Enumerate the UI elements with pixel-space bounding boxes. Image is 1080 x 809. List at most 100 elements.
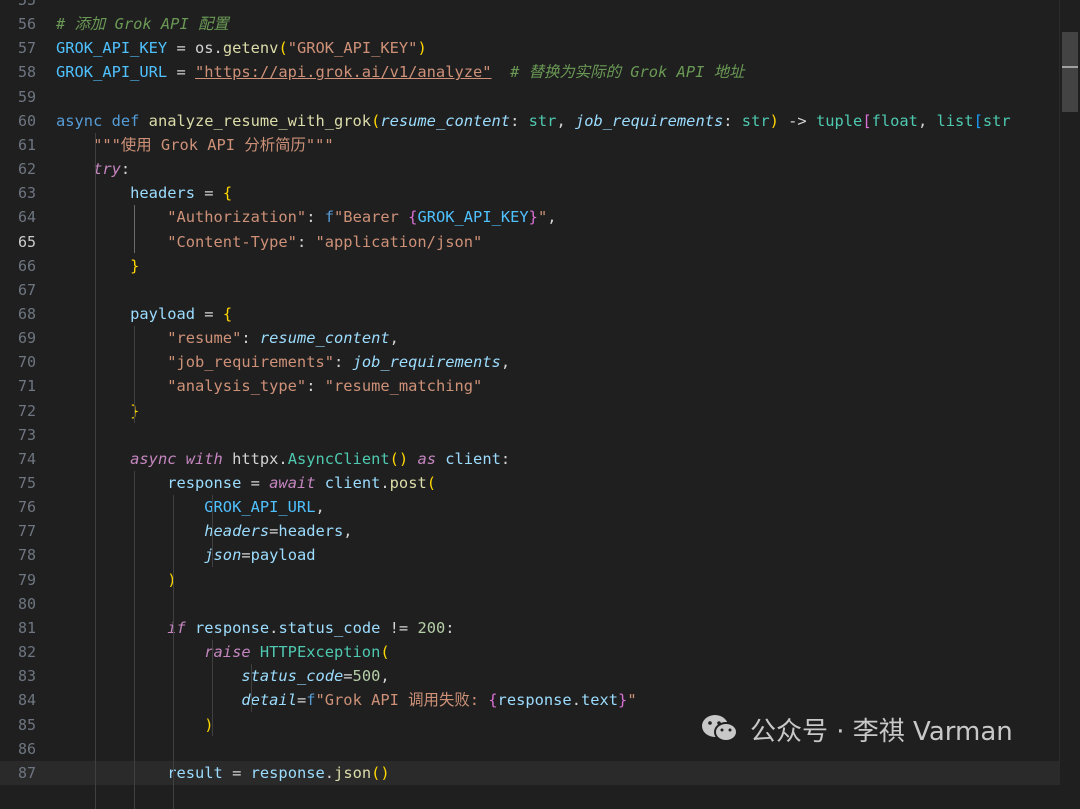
line-number: 82	[17, 643, 36, 662]
line-number: 81	[17, 618, 36, 637]
code-token: list	[936, 111, 974, 130]
code-line[interactable]: 80	[0, 592, 1060, 616]
code-token: [	[973, 111, 983, 130]
line-number: 73	[17, 425, 36, 444]
code-line[interactable]: 82 raise HTTPException(	[0, 640, 1060, 664]
code-text: async with httpx.AsyncClient() as client…	[56, 447, 510, 471]
code-token: status_code	[278, 618, 381, 637]
code-line[interactable]: 57 GROK_API_KEY = os.getenv("GROK_API_KEY…	[0, 36, 1060, 60]
code-line[interactable]: 63 headers = {	[0, 181, 1060, 205]
code-token: "resume_matching"	[324, 377, 483, 396]
code-text: raise HTTPException(	[56, 640, 389, 664]
line-number: 79	[17, 570, 36, 589]
code-token: =	[241, 546, 251, 565]
code-token: text	[580, 691, 619, 710]
line-number: 71	[17, 377, 36, 396]
code-token: str	[528, 111, 557, 130]
line-number: 56	[17, 15, 36, 34]
vertical-scrollbar[interactable]	[1059, 0, 1080, 773]
code-line[interactable]: 68 payload = {	[0, 302, 1060, 326]
indent-guide	[173, 495, 175, 809]
line-number: 70	[17, 353, 36, 372]
code-token: f	[306, 691, 316, 710]
code-token: (	[426, 474, 437, 492]
code-editor[interactable]: 55 56 # 添加 Grok API 配置 57 GROK_API_KEY = os.…	[0, 0, 1080, 809]
code-token: headers	[278, 522, 344, 541]
code-text: "analysis_type": "resume_matching"	[56, 374, 482, 398]
line-number: 72	[17, 401, 36, 420]
code-line[interactable]: 59	[0, 85, 1060, 109]
line-number: 77	[17, 522, 36, 541]
code-token: =	[167, 39, 196, 58]
code-token: str	[741, 111, 770, 130]
code-line[interactable]: 55	[0, 0, 1060, 12]
code-line[interactable]: 58 GROK_API_URL = "https://api.grok.ai/v1…	[0, 60, 1060, 84]
line-number: 80	[17, 594, 36, 613]
code-token: !=	[380, 618, 418, 637]
code-line[interactable]: 78 json=payload	[0, 543, 1060, 567]
code-line[interactable]: 69 "resume": resume_content,	[0, 326, 1060, 350]
code-line[interactable]: 79 )	[0, 568, 1060, 592]
code-line[interactable]: 70 "job_requirements": job_requirements,	[0, 350, 1060, 374]
code-token: =	[241, 474, 270, 492]
code-token: async with	[130, 449, 233, 468]
code-text: try:	[56, 157, 130, 181]
code-line[interactable]: 73	[0, 423, 1060, 447]
indent-guide	[212, 495, 214, 568]
code-token: response	[167, 474, 242, 492]
code-text: async def analyze_resume_with_grok(resum…	[56, 109, 1011, 133]
code-token: :	[241, 329, 260, 348]
code-token: GROK_API_URL	[204, 498, 316, 517]
code-line[interactable]: 61 """使用 Grok API 分析简历"""	[0, 133, 1060, 157]
code-line[interactable]: 76 GROK_API_URL,	[0, 495, 1060, 519]
indent-guide	[134, 470, 136, 809]
code-text: }	[56, 254, 139, 278]
code-token: ()	[389, 449, 409, 468]
code-line[interactable]: 77 headers=headers,	[0, 519, 1060, 543]
code-line[interactable]: 83 status_code=500,	[0, 664, 1060, 688]
code-line[interactable]: 72 }	[0, 399, 1060, 423]
line-number: 61	[17, 135, 36, 154]
wechat-icon	[702, 715, 738, 742]
code-line[interactable]: 67	[0, 278, 1060, 302]
code-line[interactable]: 62 try:	[0, 157, 1060, 181]
code-line[interactable]: 75 response = await client.post(	[0, 471, 1060, 495]
code-token: ,	[343, 522, 353, 541]
code-token: os.	[195, 39, 223, 58]
code-token: json	[204, 546, 242, 565]
scrollbar-thumb[interactable]	[1062, 32, 1078, 112]
code-token: "	[627, 691, 637, 710]
code-token: ,	[500, 353, 511, 372]
code-token: =	[195, 304, 223, 323]
code-token: :	[723, 111, 742, 130]
code-token: "	[537, 208, 548, 227]
code-text: }	[56, 399, 139, 423]
code-token: "job_requirements"	[167, 353, 334, 372]
code-line[interactable]: 74 async with httpx.AsyncClient() as cli…	[0, 447, 1060, 471]
code-token: # 添加 Grok API 配置	[56, 15, 229, 34]
code-line[interactable]: 66 }	[0, 254, 1060, 278]
code-text: headers = {	[56, 181, 232, 205]
code-token: :	[306, 208, 325, 227]
code-token: client	[324, 474, 381, 492]
code-line[interactable]: 56 # 添加 Grok API 配置	[0, 12, 1060, 36]
code-line[interactable]: 64 "Authorization": f"Bearer {GROK_API_K…	[0, 205, 1060, 229]
code-token: }	[130, 256, 140, 275]
code-line[interactable]: 81 if response.status_code != 200:	[0, 616, 1060, 640]
code-token: :	[120, 160, 131, 179]
code-line[interactable]: 65 "Content-Type": "application/json"	[0, 230, 1060, 254]
line-number: 55	[17, 0, 36, 9]
code-text: )	[56, 568, 176, 592]
watermark: 公众号 · 李祺 Varman	[690, 706, 1023, 752]
line-number: 85	[17, 715, 36, 734]
code-line[interactable]: 71 "analysis_type": "resume_matching"	[0, 374, 1060, 398]
code-line[interactable]: 60 async def analyze_resume_with_grok(res…	[0, 109, 1060, 133]
